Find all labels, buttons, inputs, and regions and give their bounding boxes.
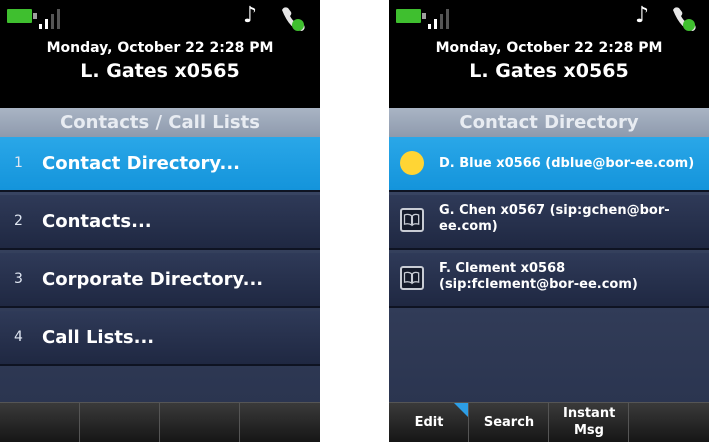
- signal-strength-icon: [428, 9, 456, 29]
- softkey-bar: [0, 402, 320, 442]
- battery-icon: [7, 9, 37, 23]
- search-softkey[interactable]: Search: [469, 403, 549, 442]
- contact-label: G. Chen x0567 (sip:gchen@bor-ee.com): [439, 203, 670, 234]
- page-title: Contact Directory: [389, 108, 709, 137]
- softkey-bar: Edit Search Instant Msg: [389, 402, 709, 442]
- menu-item-contacts[interactable]: 2 Contacts...: [0, 195, 320, 250]
- phone-screen-contact-directory: ♪ Monday, October 22 2:28 PM L. Gates x0…: [389, 0, 709, 442]
- softkey-3[interactable]: [160, 403, 240, 442]
- softkey-label: Instant Msg: [563, 406, 616, 438]
- menu-item-number: 1: [14, 155, 23, 171]
- more-options-corner-icon: [454, 403, 468, 417]
- softkey-label: Search: [483, 415, 535, 430]
- contact-label: F. Clement x0568 (sip:fclement@bor-ee.co…: [439, 261, 638, 292]
- date-time-label: Monday, October 22 2:28 PM: [46, 40, 274, 56]
- menu-item-number: 2: [14, 213, 23, 229]
- contact-label: D. Blue x0566 (dblue@bor-ee.com): [439, 156, 695, 171]
- status-bar: ♪: [0, 0, 320, 34]
- menu-item-label: Contact Directory...: [42, 153, 240, 174]
- registered-line-icon: [673, 7, 696, 32]
- signal-strength-icon: [39, 9, 67, 29]
- status-bar: ♪: [389, 0, 709, 34]
- contact-list: D. Blue x0566 (dblue@bor-ee.com) G. Chen…: [389, 137, 709, 402]
- menu-item-number: 3: [14, 271, 23, 287]
- menu-list: 1 Contact Directory... 2 Contacts... 3 C…: [0, 137, 320, 402]
- menu-item-corporate-directory[interactable]: 3 Corporate Directory...: [0, 253, 320, 308]
- menu-item-number: 4: [14, 329, 23, 345]
- date-time-label: Monday, October 22 2:28 PM: [435, 40, 663, 56]
- menu-item-call-lists[interactable]: 4 Call Lists...: [0, 311, 320, 366]
- menu-item-contact-directory[interactable]: 1 Contact Directory...: [0, 137, 320, 192]
- contact-row-g-chen[interactable]: G. Chen x0567 (sip:gchen@bor-ee.com): [389, 195, 709, 250]
- presence-online-icon: [400, 151, 424, 175]
- directory-book-icon: [400, 266, 424, 290]
- page-title: Contacts / Call Lists: [0, 108, 320, 137]
- instant-msg-softkey[interactable]: Instant Msg: [549, 403, 629, 442]
- ringer-note-icon: ♪: [243, 3, 258, 28]
- contact-row-f-clement[interactable]: F. Clement x0568 (sip:fclement@bor-ee.co…: [389, 253, 709, 308]
- softkey-4[interactable]: [629, 403, 709, 442]
- edit-softkey[interactable]: Edit: [389, 403, 469, 442]
- registered-line-icon: [282, 7, 305, 32]
- line-user-label: L. Gates x0565: [80, 60, 240, 82]
- softkey-2[interactable]: [80, 403, 160, 442]
- line-user-label: L. Gates x0565: [469, 60, 629, 82]
- softkey-label: Edit: [414, 415, 444, 430]
- contact-row-d-blue[interactable]: D. Blue x0566 (dblue@bor-ee.com): [389, 137, 709, 192]
- ringer-note-icon: ♪: [635, 3, 650, 28]
- phone-screen-contacts-call-lists: ♪ Monday, October 22 2:28 PM L. Gates x0…: [0, 0, 320, 442]
- softkey-1[interactable]: [0, 403, 80, 442]
- battery-icon: [396, 9, 426, 23]
- softkey-4[interactable]: [240, 403, 320, 442]
- menu-item-label: Contacts...: [42, 211, 152, 232]
- directory-book-icon: [400, 208, 424, 232]
- menu-item-label: Corporate Directory...: [42, 269, 264, 290]
- menu-item-label: Call Lists...: [42, 327, 155, 348]
